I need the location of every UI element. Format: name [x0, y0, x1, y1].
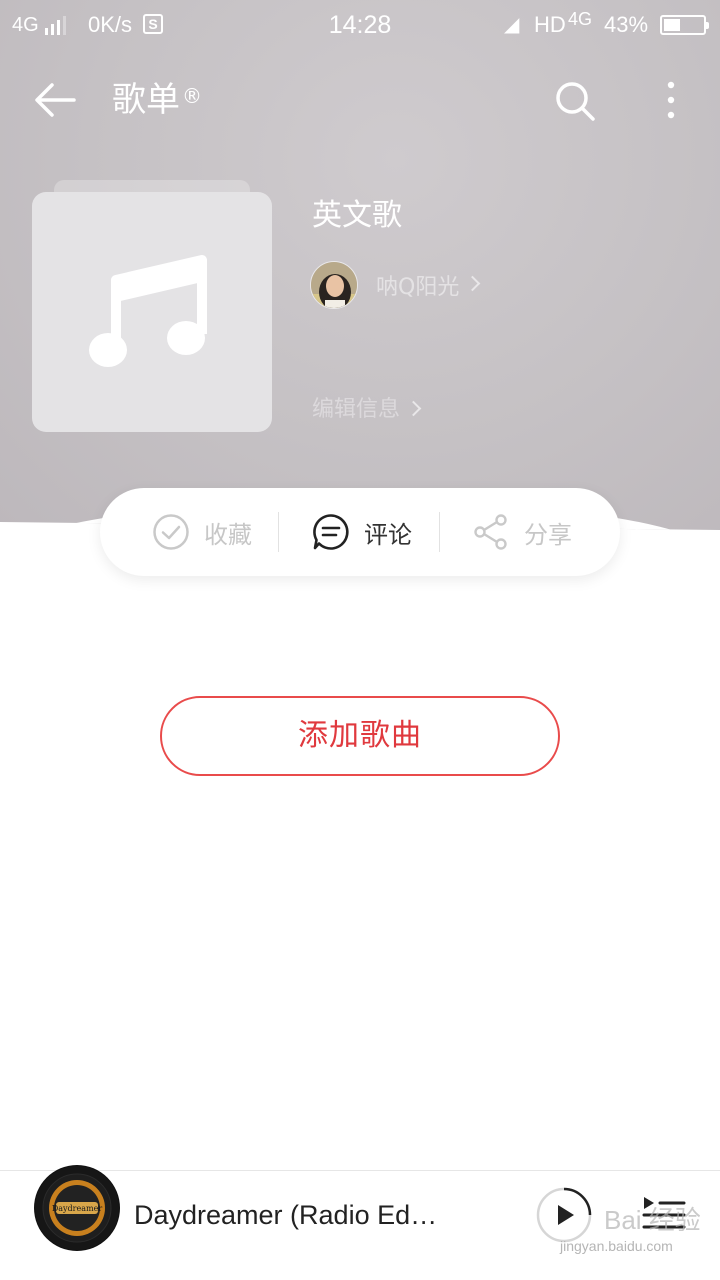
net-type-label: 4G: [568, 9, 593, 29]
app-bar: 歌单 ®: [0, 60, 720, 140]
vibrate-off-icon: ◢: [504, 14, 520, 36]
page-title-text: 歌单: [112, 80, 180, 120]
status-bar: 4G 0K/s S 14:28 ◢ HD 4G 43%: [0, 0, 720, 50]
action-bar: 收藏 评论 分享: [100, 488, 620, 576]
chevron-right-icon: [465, 275, 481, 291]
playlist-name: 英文歌: [312, 198, 402, 233]
watermark-logo: Bai 经验: [604, 1205, 701, 1235]
back-button[interactable]: [30, 78, 80, 122]
play-button[interactable]: [536, 1187, 592, 1243]
collect-button[interactable]: 收藏: [152, 488, 252, 576]
search-button[interactable]: [552, 78, 598, 124]
play-circle-icon: [536, 1187, 592, 1243]
battery-icon: [660, 15, 709, 35]
album-art-text: Daydreamer: [52, 1204, 102, 1213]
edit-info-link[interactable]: 编辑信息: [312, 394, 422, 426]
avatar-image: [311, 262, 357, 308]
page-title: 歌单 ®: [112, 80, 202, 120]
share-icon: [474, 514, 507, 550]
watermark-url: jingyan.baidu.com: [560, 1238, 673, 1254]
comment-label: 评论: [364, 520, 412, 549]
music-note-icon: [89, 255, 207, 367]
creator-link[interactable]: 呐Q阳光: [310, 260, 481, 310]
divider: [278, 512, 279, 552]
share-label: 分享: [524, 520, 572, 549]
now-playing-title[interactable]: Daydreamer (Radio Ed…: [134, 1195, 464, 1235]
collect-label: 收藏: [204, 520, 252, 549]
search-icon: [556, 82, 595, 121]
vinyl-disc-icon: Daydreamer: [35, 1166, 119, 1250]
hd-label: HD: [534, 12, 566, 37]
more-vertical-icon: [667, 81, 675, 119]
chevron-right-icon: [405, 400, 422, 417]
check-circle-icon: [153, 514, 189, 550]
divider: [439, 512, 440, 552]
creator-avatar: [310, 261, 358, 309]
comment-button[interactable]: 评论: [312, 488, 412, 576]
battery-fill: [664, 19, 680, 31]
add-songs-button[interactable]: 添加歌曲: [160, 696, 560, 776]
share-button[interactable]: 分享: [472, 488, 572, 576]
arrow-left-icon: [35, 83, 76, 117]
more-options-button[interactable]: [656, 78, 686, 124]
registered-mark: ®: [182, 84, 202, 108]
edit-info-label: 编辑信息: [312, 397, 401, 422]
comment-icon: [313, 514, 349, 550]
battery-percent: 43%: [604, 12, 649, 37]
creator-name: 呐Q阳光: [376, 275, 460, 300]
album-art[interactable]: Daydreamer: [34, 1165, 120, 1251]
